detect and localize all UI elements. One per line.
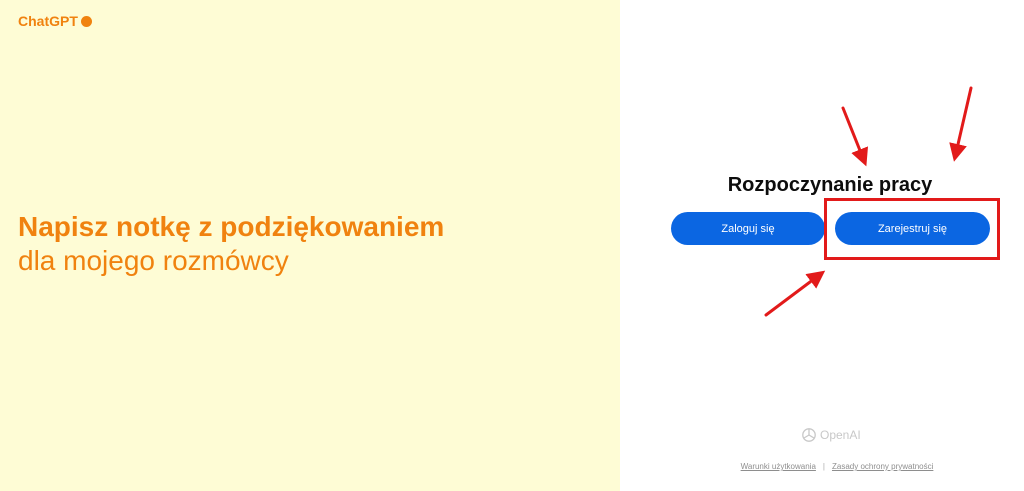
brand-dot-icon xyxy=(80,15,92,27)
openai-logo: OpenAI xyxy=(801,427,861,443)
login-button[interactable]: Zaloguj się xyxy=(671,212,825,245)
brand-name: ChatGPT xyxy=(18,13,78,29)
hero-headline-bold: Napisz notkę z podziękowaniem xyxy=(18,211,445,242)
right-panel: Rozpoczynanie pracy Zaloguj się Zarejest… xyxy=(620,0,1024,491)
chatgpt-logo: ChatGPT xyxy=(18,13,92,29)
footer-separator: | xyxy=(822,462,825,471)
hero-headline-light: dla mojego rozmówcy xyxy=(18,245,289,276)
footer-links: Warunki użytkowania | Zasady ochrony prywa… xyxy=(620,462,1024,471)
signup-highlight-box xyxy=(824,198,1000,260)
auth-title: Rozpoczynanie pracy xyxy=(727,174,933,196)
left-panel: ChatGPT Napisz notkę z podziękowaniem dl… xyxy=(0,0,620,491)
openai-name: OpenAI xyxy=(820,428,861,442)
page: ChatGPT Napisz notkę z podziękowaniem dl… xyxy=(0,0,1024,491)
hero-headline: Napisz notkę z podziękowaniem dla mojego… xyxy=(18,210,444,278)
terms-link[interactable]: Warunki użytkowania xyxy=(741,462,816,471)
privacy-link[interactable]: Zasady ochrony prywatności xyxy=(832,462,933,471)
openai-icon xyxy=(802,428,816,442)
